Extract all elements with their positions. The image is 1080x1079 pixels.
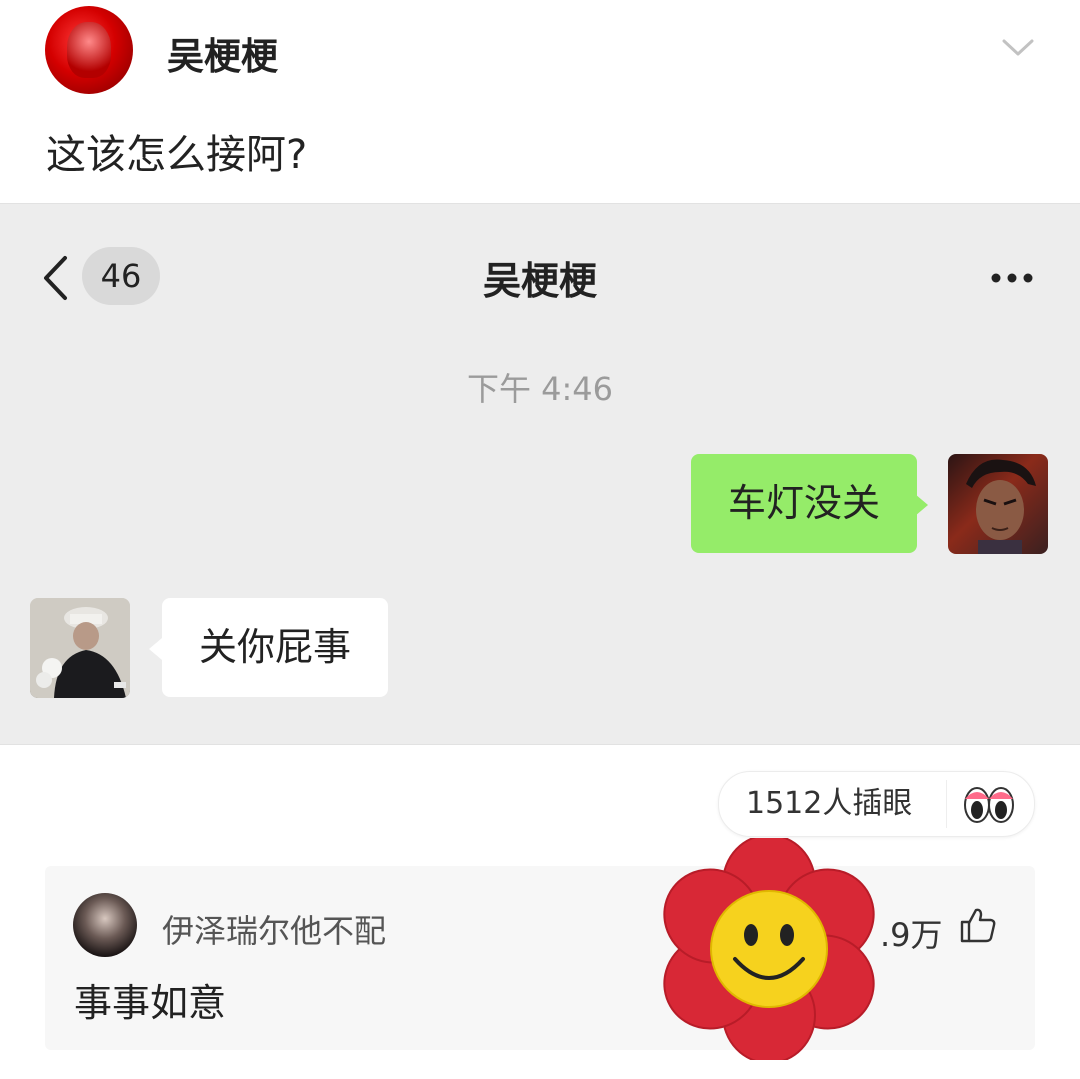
smiley-flower-sticker bbox=[663, 838, 875, 1060]
divider bbox=[946, 780, 947, 828]
received-message-bubble[interactable]: 关你屁事 bbox=[162, 598, 388, 697]
eyes-icon bbox=[964, 787, 1014, 823]
thumbs-up-icon[interactable] bbox=[959, 906, 997, 944]
post-author-avatar[interactable] bbox=[45, 6, 133, 94]
received-bubble-tail bbox=[149, 638, 162, 660]
post-author-name[interactable]: 吴梗梗 bbox=[167, 26, 278, 80]
reaction-label: 1512人插眼 bbox=[746, 786, 913, 821]
comment-text: 事事如意 bbox=[74, 981, 227, 1025]
comment-author-name[interactable]: 伊泽瑞尔他不配 bbox=[162, 906, 386, 952]
receiver-avatar[interactable] bbox=[30, 598, 130, 698]
post-text: 这该怎么接阿? bbox=[46, 132, 308, 178]
chevron-down-icon[interactable] bbox=[1000, 30, 1036, 66]
like-count: .9万 bbox=[880, 916, 943, 954]
chat-title: 吴梗梗 bbox=[482, 259, 597, 303]
reaction-pill[interactable]: 1512人插眼 bbox=[718, 771, 1035, 837]
sender-avatar[interactable] bbox=[948, 454, 1048, 554]
message-timestamp: 下午 4:46 bbox=[466, 370, 614, 408]
more-options-icon[interactable] bbox=[990, 272, 1034, 284]
sent-bubble-tail bbox=[915, 494, 928, 516]
chat-screenshot: 46 吴梗梗 下午 4:46 车灯没关 关你屁事 bbox=[0, 203, 1080, 745]
sent-message-bubble[interactable]: 车灯没关 bbox=[691, 454, 917, 553]
comment-author-avatar[interactable] bbox=[73, 893, 137, 957]
